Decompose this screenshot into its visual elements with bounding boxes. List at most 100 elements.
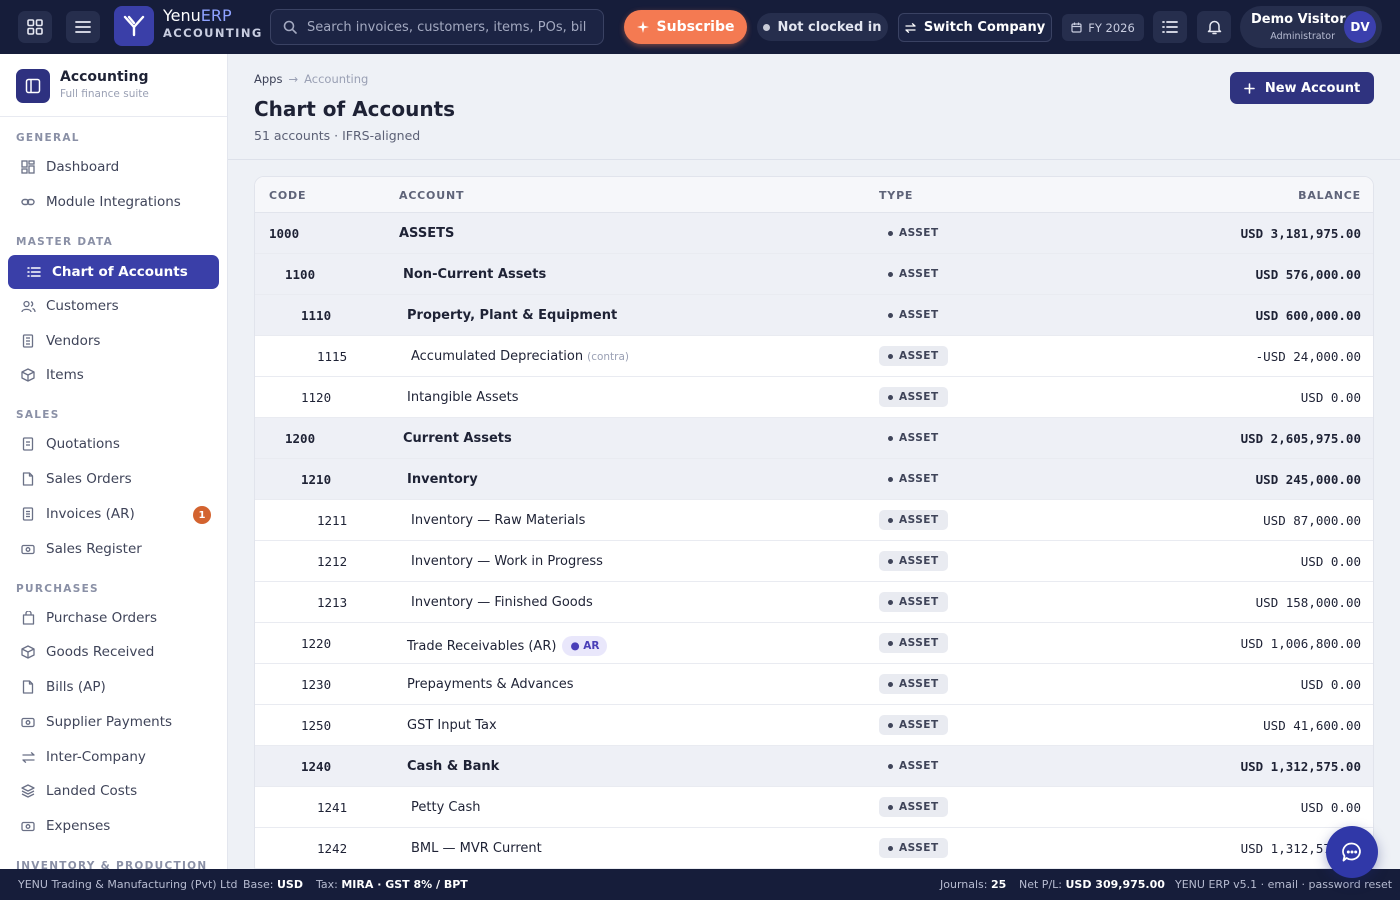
- table-row[interactable]: 1241 Petty Cash ASSET USD 0.00: [255, 787, 1373, 828]
- account-name: Petty Cash: [411, 800, 480, 815]
- table-row[interactable]: 1200 Current Assets ASSET USD 2,605,975.00: [255, 418, 1373, 459]
- hamburger-icon: [75, 21, 91, 33]
- net-pl-label: Net P/L:: [1019, 878, 1062, 891]
- account-type-label: ASSET: [899, 350, 939, 362]
- account-type-label: ASSET: [899, 842, 939, 854]
- column-header-type[interactable]: TYPE: [879, 189, 913, 202]
- type-dot-icon: [888, 681, 893, 687]
- file-icon: [20, 471, 36, 487]
- table-row[interactable]: 1242 BML — MVR Current ASSET USD 1,312,575.…: [255, 828, 1373, 869]
- table-row[interactable]: 1213 Inventory — Finished Goods ASSET USD 1…: [255, 582, 1373, 623]
- breadcrumb-apps[interactable]: Apps: [254, 72, 282, 86]
- account-code: 1000: [269, 226, 300, 241]
- account-balance: USD 600,000.00: [1255, 308, 1361, 323]
- table-row[interactable]: 1211 Inventory — Raw Materials ASSET USD 87…: [255, 500, 1373, 541]
- account-type-badge: ASSET: [879, 715, 948, 735]
- account-code: 1200: [285, 431, 316, 446]
- user-name: Demo Visitor: [1251, 12, 1346, 27]
- table-row[interactable]: 1220 Trade Receivables (AR) ● AR ASSET USD 1…: [255, 623, 1373, 664]
- subscribe-button[interactable]: Subscribe: [624, 10, 747, 44]
- account-name-text: Inventory — Work in Progress: [411, 554, 603, 569]
- search-input[interactable]: [307, 19, 587, 35]
- page-title: Chart of Accounts: [254, 97, 456, 121]
- sidebar-item-vendors[interactable]: Vendors: [8, 324, 219, 358]
- table-row[interactable]: 1240 Cash & Bank ASSET USD 1,312,575.00: [255, 746, 1373, 787]
- account-name: Intangible Assets: [407, 390, 519, 405]
- page-header: Apps → Accounting Chart of Accounts 51 a…: [228, 54, 1400, 160]
- invoice-icon: [20, 506, 36, 522]
- journal-count: Journals: 25: [940, 878, 1006, 891]
- sidebar-item-landed-costs[interactable]: Landed Costs: [8, 774, 219, 808]
- swap-arrows-icon: [905, 22, 916, 33]
- sidebar-item-expenses[interactable]: Expenses: [8, 809, 219, 843]
- task-list-button[interactable]: [1153, 11, 1187, 43]
- fiscal-year-selector[interactable]: FY 2026: [1062, 14, 1144, 41]
- sidebar-item-goods-received[interactable]: Goods Received: [8, 635, 219, 669]
- account-type-badge: ASSET: [879, 592, 948, 612]
- table-row[interactable]: 1230 Prepayments & Advances ASSET USD 0.00: [255, 664, 1373, 705]
- type-dot-icon: [888, 435, 893, 441]
- table-row[interactable]: 1115 Accumulated Depreciation (contra) ASSE…: [255, 336, 1373, 377]
- cash-icon: [20, 714, 36, 730]
- column-header-balance[interactable]: BALANCE: [1298, 189, 1361, 202]
- brand-logo[interactable]: [114, 6, 154, 46]
- column-header-code[interactable]: CODE: [269, 189, 306, 202]
- sidebar-item-supplier-payments[interactable]: Supplier Payments: [8, 705, 219, 739]
- account-name: Inventory — Raw Materials: [411, 513, 585, 528]
- sidebar-item-sales-orders[interactable]: Sales Orders: [8, 462, 219, 496]
- clock-status[interactable]: Not clocked in: [757, 13, 888, 41]
- table-row[interactable]: 1212 Inventory — Work in Progress ASSET USD…: [255, 541, 1373, 582]
- version-info[interactable]: YENU ERP v5.1 · email · password reset: [1175, 878, 1392, 891]
- ar-control-tag: ● AR: [562, 636, 608, 656]
- chat-button[interactable]: [1326, 826, 1378, 878]
- sidebar-item-purchase-orders[interactable]: Purchase Orders: [8, 601, 219, 635]
- apps-grid-button[interactable]: [18, 11, 52, 43]
- account-code: 1220: [301, 636, 332, 651]
- table-row[interactable]: 1120 Intangible Assets ASSET USD 0.00: [255, 377, 1373, 418]
- top-bar: YenuERP ACCOUNTING Subscribe Not clocked…: [0, 0, 1400, 54]
- user-menu[interactable]: Demo Visitor Administrator DV: [1240, 6, 1382, 48]
- table-row[interactable]: 1210 Inventory ASSET USD 245,000.00: [255, 459, 1373, 500]
- sidebar-item-customers[interactable]: Customers: [8, 289, 219, 323]
- account-type-label: ASSET: [899, 760, 939, 772]
- account-type-label: ASSET: [899, 391, 939, 403]
- status-bar: YENU Trading & Manufacturing (Pvt) Ltd B…: [0, 869, 1400, 900]
- column-header-account[interactable]: ACCOUNT: [399, 189, 464, 202]
- new-account-button[interactable]: New Account: [1230, 72, 1374, 104]
- file-icon: [20, 679, 36, 695]
- global-search[interactable]: [270, 9, 604, 45]
- module-icon: [16, 69, 50, 103]
- sidebar-item-module-integrations[interactable]: Module Integrations: [8, 185, 219, 219]
- yenu-logo-icon: [123, 15, 145, 37]
- sidebar-item-items[interactable]: Items: [8, 358, 219, 392]
- document-icon: [20, 436, 36, 452]
- account-type-badge: ASSET: [879, 797, 948, 817]
- sidebar-item-chart-of-accounts[interactable]: Chart of Accounts: [8, 255, 219, 289]
- sidebar-item-invoices-ar[interactable]: Invoices (AR) 1: [8, 497, 219, 531]
- table-row[interactable]: 1110 Property, Plant & Equipment ASSET USD …: [255, 295, 1373, 336]
- type-dot-icon: [888, 599, 893, 605]
- page-subtitle: 51 accounts · IFRS-aligned: [254, 128, 421, 143]
- type-dot-icon: [888, 271, 893, 277]
- brand-name-accent: ERP: [200, 6, 232, 25]
- table-row[interactable]: 1100 Non-Current Assets ASSET USD 576,000.0…: [255, 254, 1373, 295]
- sidebar-item-inter-company[interactable]: Inter-Company: [8, 740, 219, 774]
- table-row[interactable]: 1000 ASSETS ASSET USD 3,181,975.00: [255, 213, 1373, 254]
- account-type-badge: ASSET: [879, 633, 948, 653]
- account-type-badge: ASSET: [879, 510, 948, 530]
- sidebar-item-bills-ap[interactable]: Bills (AP): [8, 670, 219, 704]
- switch-company-button[interactable]: Switch Company: [898, 13, 1052, 42]
- sidebar-item-quotations[interactable]: Quotations: [8, 427, 219, 461]
- notifications-button[interactable]: [1197, 11, 1231, 43]
- avatar: DV: [1344, 11, 1376, 43]
- account-name: Inventory — Finished Goods: [411, 595, 593, 610]
- account-name: Prepayments & Advances: [407, 677, 574, 692]
- contra-note: (contra): [587, 351, 630, 363]
- menu-toggle-button[interactable]: [66, 11, 100, 43]
- account-type-label: ASSET: [899, 596, 939, 608]
- account-type-badge: ASSET: [879, 469, 948, 489]
- sidebar-item-sales-register[interactable]: Sales Register: [8, 532, 219, 566]
- sidebar-item-dashboard[interactable]: Dashboard: [8, 150, 219, 184]
- account-type-badge: ASSET: [879, 264, 948, 284]
- table-row[interactable]: 1250 GST Input Tax ASSET USD 41,600.00: [255, 705, 1373, 746]
